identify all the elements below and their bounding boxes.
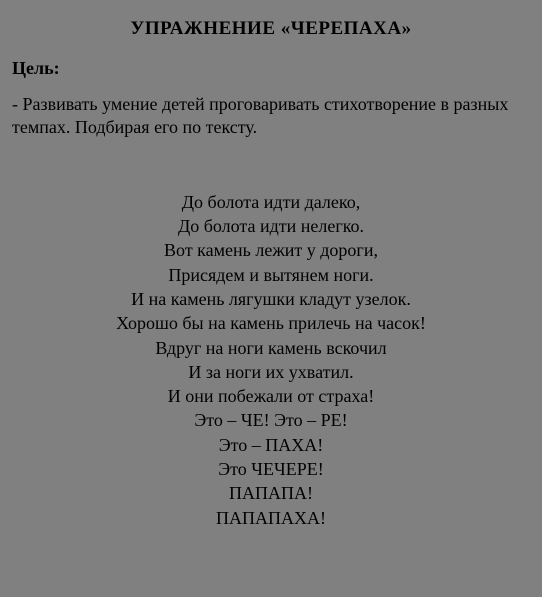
poem-line: ПАПАПАХА! <box>12 506 530 530</box>
goal-text: - Развивать умение детей проговаривать с… <box>12 93 530 140</box>
poem-line: И за ноги их ухватил. <box>12 360 530 384</box>
poem-line: Это – ЧЕ! Это – РЕ! <box>12 408 530 432</box>
poem-line: ПАПАПА! <box>12 481 530 505</box>
poem-line: Это ЧЕЧЕРЕ! <box>12 457 530 481</box>
poem-line: До болота идти далеко, <box>12 190 530 214</box>
poem-line: До болота идти нелегко. <box>12 214 530 238</box>
poem-line: Хорошо бы на камень прилечь на часок! <box>12 311 530 335</box>
poem-block: До болота идти далеко, До болота идти не… <box>12 190 530 530</box>
exercise-title: УПРАЖНЕНИЕ «ЧЕРЕПАХА» <box>12 18 530 40</box>
poem-line: Вдруг на ноги камень вскочил <box>12 336 530 360</box>
poem-line: Присядем и вытянем ноги. <box>12 263 530 287</box>
poem-line: И они побежали от страха! <box>12 384 530 408</box>
poem-line: Это – ПАХА! <box>12 433 530 457</box>
goal-label: Цель: <box>12 58 530 79</box>
poem-line: И на камень лягушки кладут узелок. <box>12 287 530 311</box>
poem-line: Вот камень лежит у дороги, <box>12 238 530 262</box>
